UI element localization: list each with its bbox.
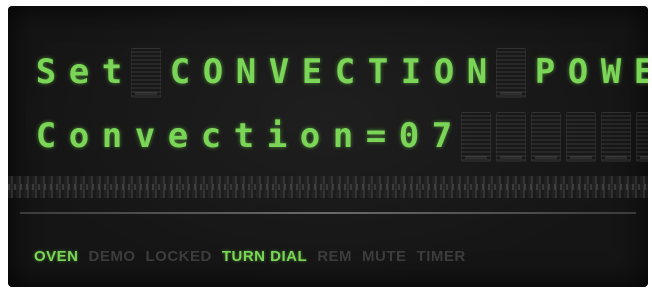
display-character: C [334,52,356,92]
status-indicator-bar: OVEN DEMO LOCKED TURN DIAL REM MUTE TIMER [34,248,466,265]
display-character: 0 [398,116,420,156]
display-character-cell: n [98,112,126,160]
display-character: S [35,52,57,92]
display-character: N [235,52,257,92]
display-character-cell [131,48,161,98]
display-character-cell: v [131,112,159,160]
display-character: v [134,116,156,156]
display-character-cell [496,48,526,98]
display-character-cell: O [430,48,458,96]
display-character-cell: 7 [428,112,456,160]
display-character: C [169,52,191,92]
display-character: 7 [431,116,453,156]
vfd-display-panel: SetCONVECTIONPOWER Convection=07 OVENDEM… [8,6,648,287]
display-character: t [101,52,123,92]
display-character-cell: E [630,48,648,96]
display-character-cell [461,112,491,162]
display-character-cell: e [164,112,192,160]
display-character: n [101,116,123,156]
display-character-cell: T [364,48,392,96]
display-character: C [35,116,57,156]
display-character: E [633,52,648,92]
display-character-cell: N [232,48,260,96]
display-character-cell: o [65,112,93,160]
display-character-cell: n [329,112,357,160]
display-character-cell: C [32,112,60,160]
indicator-oven: OVEN [34,248,79,265]
display-character-cell: 0 [395,112,423,160]
display-line-1: SetCONVECTIONPOWER [32,48,648,102]
display-divider [20,212,636,214]
display-line-2: Co n v e c t i o n = 0 7 [32,112,648,166]
display-character-cell [566,112,596,162]
display-character: i [266,116,288,156]
indicator-timer: TIMER [416,248,466,265]
display-character: o [68,116,90,156]
display-character-cell: = [362,112,390,160]
display-character: o [299,116,321,156]
display-character: e [68,52,90,92]
display-character: W [600,52,622,92]
display-character: = [365,116,387,156]
display-character: e [167,116,189,156]
display-character: N [466,52,488,92]
display-character-cell: o [296,112,324,160]
indicator-locked: LOCKED [145,248,212,265]
display-character-cell: c [197,112,225,160]
display-character: c [200,116,222,156]
display-character-cell [601,112,631,162]
indicator-demo: DEMO [88,248,136,265]
display-character: I [400,52,422,92]
display-character-cell: N [463,48,491,96]
display-character-cell: O [564,48,592,96]
display-character-cell: O [199,48,227,96]
display-character-cell: V [265,48,293,96]
display-character: O [202,52,224,92]
display-character: T [367,52,389,92]
display-character: O [433,52,455,92]
display-character-cell: t [98,48,126,96]
display-character-cell: S [32,48,60,96]
display-character: n [332,116,354,156]
display-character-cell: i [263,112,291,160]
display-character-cell [531,112,561,162]
display-character-cell [636,112,648,162]
indicator-mute: MUTE [362,248,407,265]
indicator-rem: REM [317,248,353,265]
display-character-cell: C [166,48,194,96]
display-character-cell: e [65,48,93,96]
display-character: E [301,52,323,92]
indicator-turn-dial: TURN DIAL [221,248,308,265]
display-grille-highlight [8,184,648,190]
display-character-cell: C [331,48,359,96]
display-character: t [233,116,255,156]
display-character: O [567,52,589,92]
display-character-cell: W [597,48,625,96]
display-character-cell: P [531,48,559,96]
display-character: P [534,52,556,92]
display-character-cell: E [298,48,326,96]
display-character-cell [496,112,526,162]
display-character-cell: t [230,112,258,160]
display-character: V [268,52,290,92]
display-character-cell: I [397,48,425,96]
